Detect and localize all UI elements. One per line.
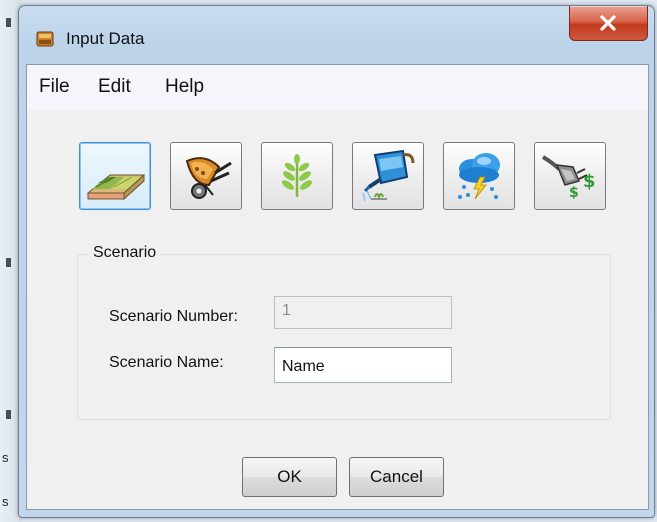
input-data-dialog: Input Data File Edit Help $ $ Scenario S… (18, 5, 655, 518)
background-glyph: s (2, 494, 9, 509)
wheelbarrow-icon (185, 157, 232, 199)
money-plug-icon: $ $ (541, 155, 596, 201)
svg-text:$: $ (583, 171, 596, 192)
crop-button[interactable] (261, 142, 333, 210)
close-icon (600, 15, 616, 31)
window-title: Input Data (66, 29, 145, 48)
scenario-name-field[interactable]: Name (274, 347, 452, 383)
land-field-icon (86, 173, 146, 201)
background-marker (6, 18, 11, 27)
dialog-client-area: File Edit Help $ $ Scenario Scenario Num… (26, 64, 649, 510)
economics-button[interactable]: $ $ (534, 142, 606, 210)
svg-text:$: $ (569, 185, 579, 201)
rain-cloud-icon (458, 153, 500, 200)
menu-bar: File Edit Help (27, 65, 648, 110)
title-bar[interactable]: Input Data (19, 6, 654, 64)
scenario-number-label: Scenario Number: (109, 308, 238, 325)
irrigation-button[interactable] (352, 142, 424, 210)
weather-button[interactable] (443, 142, 515, 210)
background-marker (6, 258, 11, 267)
cancel-button[interactable]: Cancel (349, 457, 444, 497)
scenario-group-title: Scenario (88, 244, 162, 262)
ok-button[interactable]: OK (242, 457, 337, 497)
scenario-groupbox: Scenario Scenario Number: 1 Scenario Nam… (77, 244, 611, 420)
background-glyph: s (2, 450, 9, 465)
crop-plant-icon (281, 154, 313, 197)
close-button[interactable] (569, 6, 648, 41)
menu-file[interactable]: File (39, 76, 70, 98)
land-button[interactable] (79, 142, 151, 210)
menu-edit[interactable]: Edit (98, 76, 131, 98)
app-icon (36, 31, 54, 47)
background-marker (6, 410, 11, 419)
watering-can-icon (362, 149, 415, 202)
scenario-number-field: 1 (274, 296, 452, 329)
scenario-name-label: Scenario Name: (109, 354, 224, 371)
equipment-button[interactable] (170, 142, 242, 210)
menu-help[interactable]: Help (165, 76, 204, 98)
